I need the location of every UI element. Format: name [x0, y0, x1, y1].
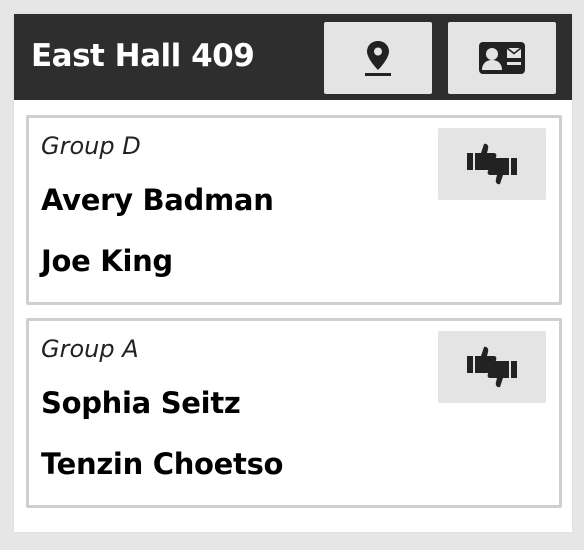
location-button[interactable]: [324, 22, 432, 94]
thumbs-up-down-icon: [467, 346, 517, 388]
group-card: Group A Sophia Seitz Tenzin Choetso: [26, 318, 562, 508]
contact-button[interactable]: [448, 22, 556, 94]
group-name: Group D: [41, 132, 141, 160]
feedback-button[interactable]: [438, 128, 546, 200]
member-name: Sophia Seitz: [41, 386, 241, 420]
member-name: Avery Badman: [41, 183, 274, 217]
member-name: Tenzin Choetso: [41, 447, 284, 481]
room-header: East Hall 409: [14, 14, 572, 100]
member-name: Joe King: [41, 244, 173, 278]
contact-card-icon: [479, 42, 525, 74]
group-name: Group A: [41, 335, 139, 363]
room-card: East Hall 409 Group D Avery Badman Joe K…: [14, 14, 572, 532]
map-marker-icon: [365, 41, 391, 76]
thumbs-up-down-icon: [467, 143, 517, 185]
group-card: Group D Avery Badman Joe King: [26, 115, 562, 305]
feedback-button[interactable]: [438, 331, 546, 403]
room-title: East Hall 409: [31, 38, 255, 74]
